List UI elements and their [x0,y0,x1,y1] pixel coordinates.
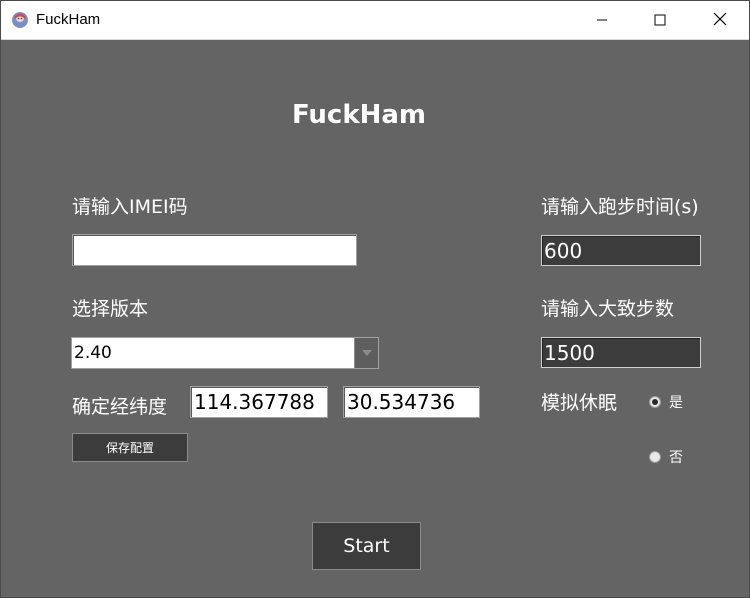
version-label: 选择版本 [72,298,149,320]
start-button[interactable]: Start [312,522,421,570]
radio-unchecked-icon [649,451,661,463]
run-time-input[interactable] [541,235,701,266]
sleep-yes-radio[interactable]: 是 [649,392,683,412]
minimize-icon [596,11,608,30]
sleep-yes-label: 是 [669,395,683,411]
title-bar[interactable]: FuckHam [1,1,749,40]
longitude-input[interactable] [190,386,328,418]
chevron-down-icon[interactable] [354,338,378,368]
version-selected-value: 2.40 [74,343,112,363]
minimize-button[interactable] [573,1,631,39]
version-select[interactable]: 2.40 [71,337,379,369]
imei-label: 请输入IMEI码 [72,196,188,218]
sleep-no-radio[interactable]: 否 [649,447,683,467]
maximize-icon [654,11,666,30]
steps-input[interactable] [541,337,701,368]
run-time-label: 请输入跑步时间(s) [541,196,699,218]
close-icon [713,11,727,30]
steps-label: 请输入大致步数 [541,298,675,320]
imei-input[interactable] [72,234,357,266]
sleep-label: 模拟休眠 [541,392,618,414]
save-config-button[interactable]: 保存配置 [72,433,188,462]
maximize-button[interactable] [631,1,689,39]
radio-checked-icon [649,396,661,408]
close-button[interactable] [691,1,749,39]
app-icon [11,11,29,29]
coords-label: 确定经纬度 [72,396,168,418]
latitude-input[interactable] [343,386,480,418]
app-window: FuckHam FuckHam 请输入IMEI码 请输入跑步时间(s) 选择版本 [0,0,750,598]
window-title: FuckHam [36,11,101,28]
page-title: FuckHam [291,100,427,130]
main-content: FuckHam 请输入IMEI码 请输入跑步时间(s) 选择版本 2.40 请输… [1,40,749,598]
sleep-no-label: 否 [669,450,683,466]
